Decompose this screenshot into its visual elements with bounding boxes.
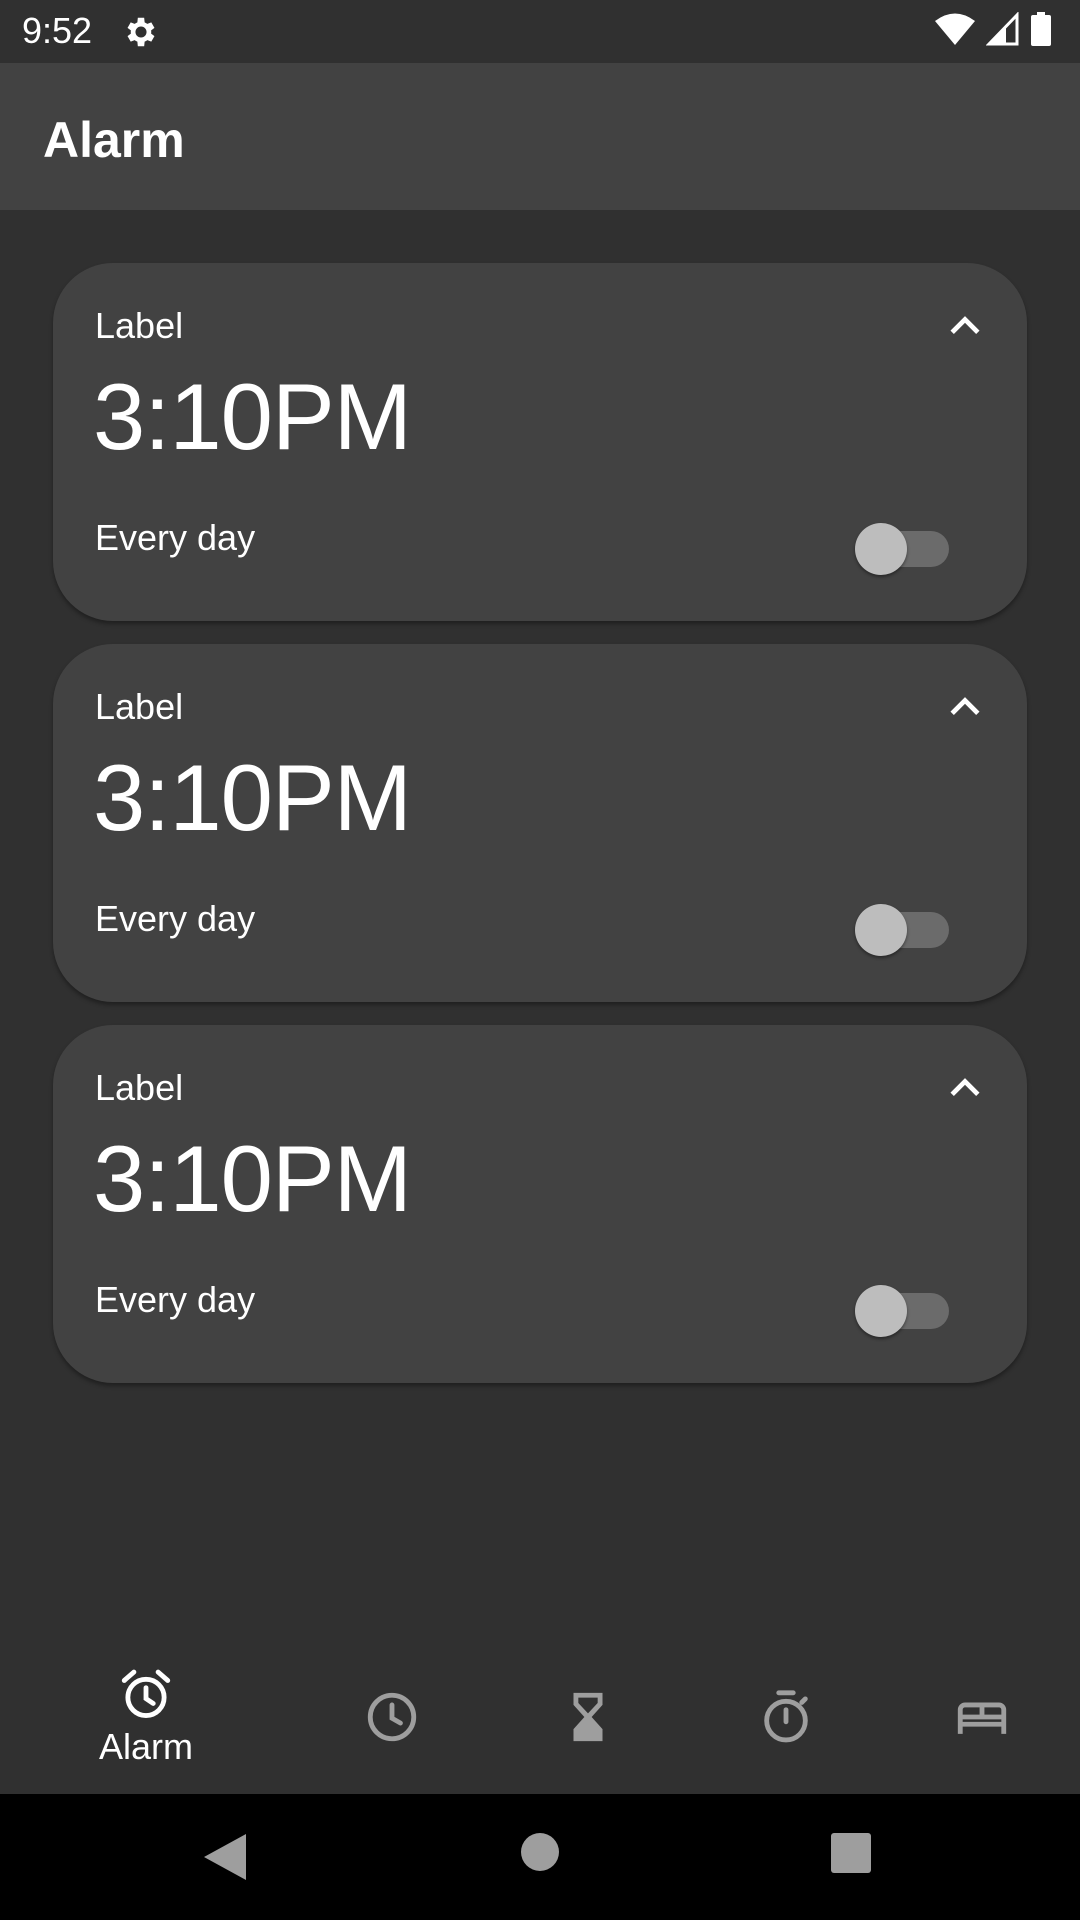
app-bar: Alarm — [0, 63, 1080, 210]
nav-item-bedtime[interactable] — [932, 1640, 1032, 1794]
bed-icon — [957, 1702, 1007, 1734]
toggle-thumb — [855, 904, 907, 956]
alarm-toggle[interactable] — [855, 1277, 955, 1337]
alarm-repeat: Every day — [95, 898, 256, 939]
chevron-up-icon[interactable] — [943, 684, 987, 728]
hourglass-icon — [573, 1692, 603, 1742]
settings-gear-icon — [127, 17, 155, 47]
alarm-repeat: Every day — [95, 1279, 256, 1320]
chevron-up-icon[interactable] — [943, 1065, 987, 1109]
status-icons — [934, 12, 1052, 46]
home-icon[interactable] — [520, 1832, 560, 1872]
alarm-time[interactable]: 3:10PM — [93, 363, 412, 471]
clock-icon — [367, 1692, 417, 1742]
chevron-up-icon[interactable] — [943, 303, 987, 347]
page-title: Alarm — [43, 112, 185, 168]
recents-icon[interactable] — [830, 1832, 872, 1874]
alarm-card[interactable]: Label 3:10PM Every day — [53, 644, 1027, 1002]
stopwatch-icon — [764, 1690, 808, 1743]
back-icon[interactable] — [202, 1832, 248, 1882]
nav-item-clock[interactable] — [342, 1640, 442, 1794]
status-bar: 9:52 — [0, 0, 1080, 63]
alarm-list: Label 3:10PM Every day Label 3:10PM Ever… — [53, 263, 1027, 1406]
alarm-card[interactable]: Label 3:10PM Every day — [53, 1025, 1027, 1383]
toggle-thumb — [855, 523, 907, 575]
nav-item-alarm[interactable]: Alarm — [76, 1640, 216, 1794]
system-nav — [0, 1794, 1080, 1920]
wifi-icon — [935, 13, 975, 45]
alarm-label[interactable]: Label — [95, 1067, 183, 1109]
alarm-time[interactable]: 3:10PM — [93, 1125, 412, 1233]
battery-icon — [1031, 12, 1051, 46]
nav-label-alarm: Alarm — [98, 1726, 193, 1767]
alarm-card[interactable]: Label 3:10PM Every day — [53, 263, 1027, 621]
nav-item-stopwatch[interactable] — [736, 1640, 836, 1794]
cellular-signal-icon — [986, 12, 1019, 46]
bottom-nav: Alarm — [0, 1640, 1080, 1794]
alarm-time[interactable]: 3:10PM — [93, 744, 412, 852]
alarm-repeat: Every day — [95, 517, 256, 558]
alarm-icon — [121, 1669, 171, 1718]
alarm-label[interactable]: Label — [95, 686, 183, 728]
alarm-toggle[interactable] — [855, 515, 955, 575]
status-time: 9:52 — [22, 10, 93, 51]
toggle-thumb — [855, 1285, 907, 1337]
alarm-label[interactable]: Label — [95, 305, 183, 347]
nav-item-timer[interactable] — [538, 1640, 638, 1794]
alarm-toggle[interactable] — [855, 896, 955, 956]
